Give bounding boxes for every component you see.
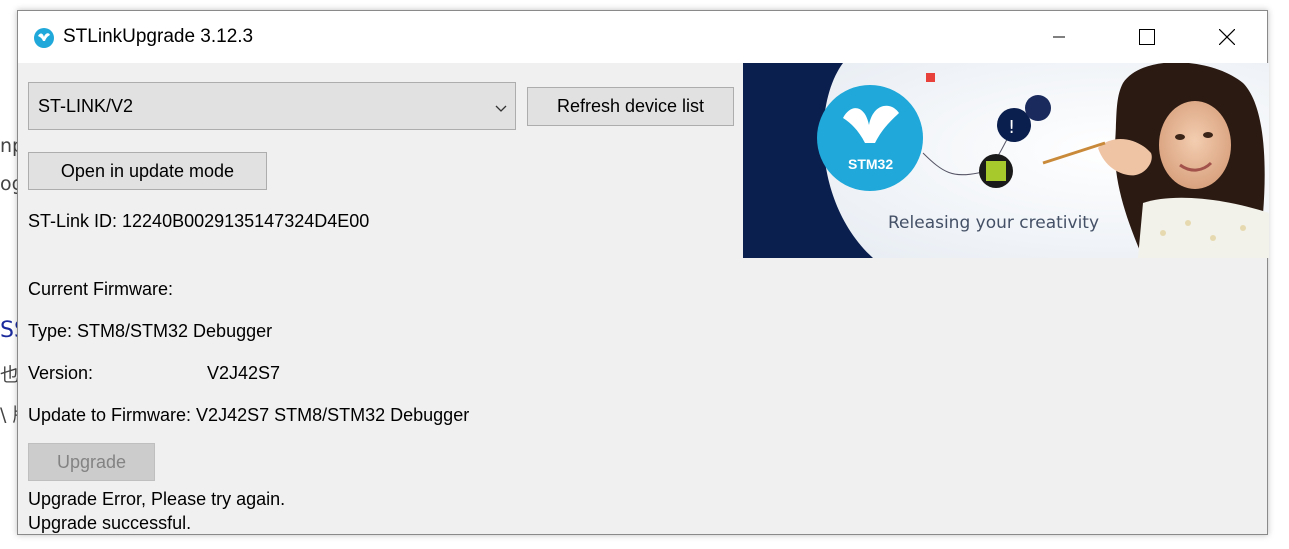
background-text-fragment: SS: [0, 318, 17, 343]
device-select[interactable]: ST-LINK/V2: [28, 82, 516, 130]
banner-tagline: Releasing your creativity: [888, 213, 1099, 233]
update-to-firmware-label: Update to Firmware: V2J42S7 STM8/STM32 D…: [28, 405, 470, 425]
background-text-fragment: og: [0, 173, 17, 195]
minimize-button[interactable]: [1036, 11, 1082, 63]
close-button[interactable]: [1204, 11, 1250, 63]
banner-badge-text: STM32: [848, 156, 893, 172]
minimize-icon: [1053, 31, 1065, 43]
version-value: V2J42S7: [207, 363, 281, 383]
svg-text:!: !: [1008, 117, 1015, 138]
background-text-fragment: 也: [0, 364, 17, 386]
maximize-icon: [1139, 29, 1155, 45]
firmware-type-label: Type: STM8/STM32 Debugger: [28, 321, 273, 341]
version-label: Version:: [28, 363, 94, 383]
status-message: Upgrade successful.: [28, 513, 192, 533]
current-firmware-label: Current Firmware:: [28, 279, 174, 299]
open-in-update-mode-button[interactable]: Open in update mode: [28, 152, 267, 190]
stlink-upgrade-window: STLinkUpgrade 3.12.3 ST-LINK/V2 Refresh …: [17, 10, 1269, 536]
chevron-down-icon[interactable]: [495, 100, 507, 118]
background-text-fragment: np: [0, 135, 17, 157]
refresh-device-list-button[interactable]: Refresh device list: [527, 87, 734, 126]
maximize-button[interactable]: [1124, 11, 1170, 63]
st-logo-icon: [33, 27, 55, 49]
close-icon: [1219, 29, 1235, 45]
main-content: ST-LINK/V2 Refresh device list Open in u…: [18, 63, 1269, 536]
status-message: Upgrade Error, Please try again.: [28, 489, 286, 509]
stm32-banner-image: STM32 ! Releasing your creativity: [743, 63, 1269, 258]
title-bar[interactable]: STLinkUpgrade 3.12.3: [18, 11, 1267, 63]
upgrade-button[interactable]: Upgrade: [28, 443, 155, 481]
background-text-fragment: \ 版: [0, 404, 17, 426]
device-select-value: ST-LINK/V2: [38, 96, 134, 116]
stlink-id-label: ST-Link ID: 12240B0029135147324D4E00: [28, 211, 370, 231]
window-title: STLinkUpgrade 3.12.3: [63, 26, 254, 47]
